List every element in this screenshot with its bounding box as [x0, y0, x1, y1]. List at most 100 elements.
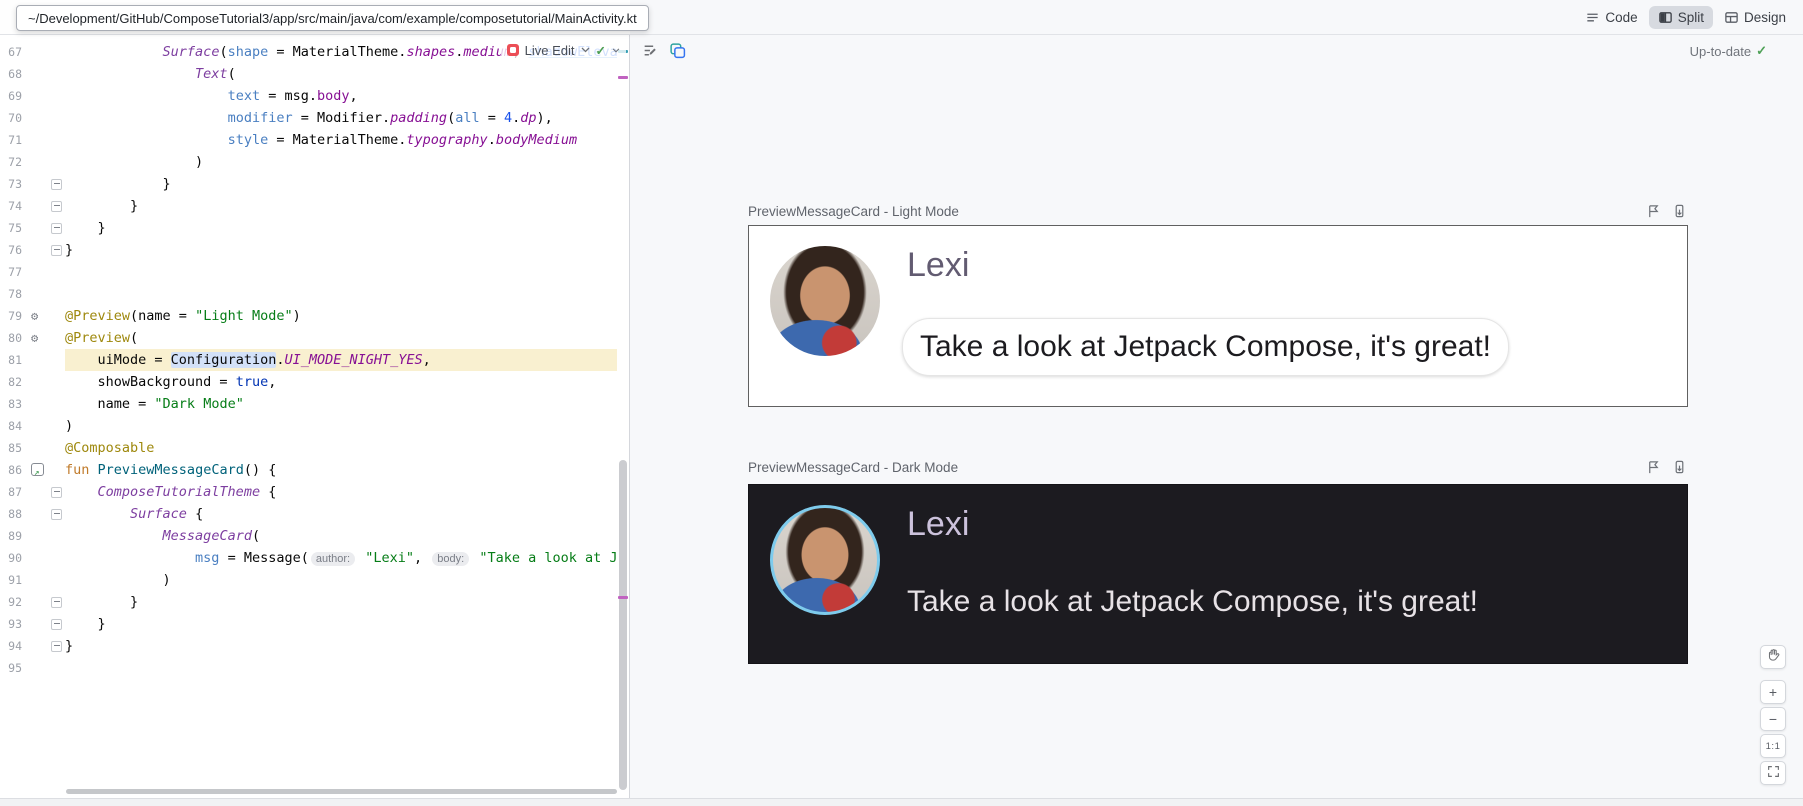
code-line[interactable]: 91 ) [0, 569, 617, 591]
preview-status: Up-to-date ✓ [1690, 43, 1767, 59]
fold-marker[interactable] [51, 487, 62, 498]
preview-settings-gear-icon[interactable] [31, 309, 45, 323]
code-line[interactable]: 88 Surface { [0, 503, 617, 525]
gutter-cell [22, 547, 65, 569]
refresh-status-check-icon[interactable]: ✓ [596, 43, 606, 58]
code-line[interactable]: 84) [0, 415, 617, 437]
fold-marker[interactable] [51, 641, 62, 652]
code-line[interactable]: 95 [0, 657, 617, 679]
code-line[interactable]: 72 ) [0, 151, 617, 173]
live-edit-control[interactable]: Live Edit ✓ [501, 38, 626, 62]
code-text: @Preview(name = "Light Mode") [65, 305, 617, 327]
code-line[interactable]: 86fun PreviewMessageCard() { [0, 459, 617, 481]
code-line[interactable]: 94} [0, 635, 617, 657]
code-text: Text( [65, 63, 617, 85]
interactive-mode-icon[interactable] [1644, 458, 1662, 476]
code-line[interactable]: 82 showBackground = true, [0, 371, 617, 393]
fold-marker[interactable] [51, 201, 62, 212]
preview-light-mode[interactable]: Lexi Take a look at Jetpack Compose, it'… [748, 225, 1688, 407]
tab-split[interactable]: Split [1649, 6, 1713, 29]
error-stripe-mark[interactable] [618, 596, 628, 599]
code-editor-pane[interactable]: 67 Surface(shape = MaterialTheme.shapes.… [0, 35, 629, 799]
gutter-cell [22, 217, 65, 239]
code-text: } [65, 613, 617, 635]
code-line[interactable]: 92 } [0, 591, 617, 613]
code-line[interactable]: 80@Preview( [0, 327, 617, 349]
tab-code[interactable]: Code [1576, 6, 1646, 29]
message-author: Lexi [907, 246, 969, 285]
code-line[interactable]: 79 @Preview(name = "Light Mode") [0, 305, 617, 327]
fold-marker[interactable] [51, 619, 62, 630]
line-number: 73 [0, 173, 22, 195]
code-line[interactable]: 93 } [0, 613, 617, 635]
live-edit-label: Live Edit [525, 43, 575, 58]
fold-marker[interactable] [51, 597, 62, 608]
code-line[interactable]: 68 Text( [0, 63, 617, 85]
code-line[interactable]: 69 text = msg.body, [0, 85, 617, 107]
gutter-cell [22, 305, 65, 327]
fit-screen-icon [1767, 765, 1780, 781]
run-preview-gutter-icon[interactable] [31, 463, 44, 476]
ui-check-icon[interactable] [640, 40, 660, 60]
zoom-to-fit-button[interactable] [1760, 761, 1786, 785]
zoom-in-button[interactable]: + [1760, 680, 1786, 704]
code-line[interactable]: 78 [0, 283, 617, 305]
line-number: 86 [0, 459, 22, 481]
code-text [65, 261, 617, 283]
gutter-cell [22, 173, 65, 195]
gutter-cell [22, 327, 65, 349]
editor-mode-tabs: Code Split Design [1576, 3, 1795, 31]
code-line[interactable]: 73 } [0, 173, 617, 195]
code-text: ComposeTutorialTheme { [65, 481, 617, 503]
code-line[interactable]: 83 name = "Dark Mode" [0, 393, 617, 415]
zoom-out-button[interactable]: − [1760, 707, 1786, 731]
run-on-device-icon[interactable] [1670, 202, 1688, 220]
chevron-down-icon [581, 47, 590, 53]
fold-marker[interactable] [51, 509, 62, 520]
line-number: 68 [0, 63, 22, 85]
editor-vertical-scrollbar[interactable] [619, 460, 627, 790]
error-stripe-mark[interactable] [618, 76, 628, 79]
code-line[interactable]: 85@Composable [0, 437, 617, 459]
code-line[interactable]: 81 uiMode = Configuration.UI_MODE_NIGHT_… [0, 349, 617, 371]
code-line[interactable]: 74 } [0, 195, 617, 217]
build-refresh-icon[interactable] [667, 40, 687, 60]
minus-icon: − [1769, 711, 1777, 727]
line-number: 79 [0, 305, 22, 327]
line-number: 67 [0, 41, 22, 63]
code-line[interactable]: 75 } [0, 217, 617, 239]
gutter-cell [22, 415, 65, 437]
code-line[interactable]: 70 modifier = Modifier.padding(all = 4.d… [0, 107, 617, 129]
message-bubble: Take a look at Jetpack Compose, it's gre… [902, 318, 1509, 376]
split-divider[interactable] [629, 35, 630, 799]
interactive-mode-icon[interactable] [1644, 202, 1662, 220]
code-line[interactable]: 76} [0, 239, 617, 261]
live-edit-status-icon [507, 44, 519, 56]
editor-horizontal-scrollbar[interactable] [66, 789, 617, 794]
code-line[interactable]: 71 style = MaterialTheme.typography.body… [0, 129, 617, 151]
line-number: 92 [0, 591, 22, 613]
fold-marker[interactable] [51, 223, 62, 234]
fold-marker[interactable] [51, 245, 62, 256]
gutter-cell [22, 569, 65, 591]
avatar [770, 246, 880, 356]
line-number: 76 [0, 239, 22, 261]
preview-dark-mode[interactable]: Lexi Take a look at Jetpack Compose, it'… [748, 484, 1688, 664]
pan-button[interactable] [1760, 645, 1786, 669]
code-line[interactable]: 90 msg = Message(author: "Lexi", body: "… [0, 547, 617, 569]
code-text: } [65, 635, 617, 657]
preview-settings-gear-icon[interactable] [31, 331, 45, 345]
run-on-device-icon[interactable] [1670, 458, 1688, 476]
code-line[interactable]: 89 MessageCard( [0, 525, 617, 547]
window-bottom-edge [0, 798, 1803, 806]
code-text: uiMode = Configuration.UI_MODE_NIGHT_YES… [65, 349, 617, 371]
fold-marker[interactable] [51, 179, 62, 190]
code-text: ) [65, 151, 617, 173]
code-line[interactable]: 77 [0, 261, 617, 283]
code-line[interactable]: 87 ComposeTutorialTheme { [0, 481, 617, 503]
tab-design[interactable]: Design [1715, 6, 1795, 29]
line-number: 78 [0, 283, 22, 305]
zoom-actual-size-button[interactable]: 1:1 [1760, 734, 1786, 758]
file-path-text: ~/Development/GitHub/ComposeTutorial3/ap… [28, 11, 637, 26]
line-number: 84 [0, 415, 22, 437]
